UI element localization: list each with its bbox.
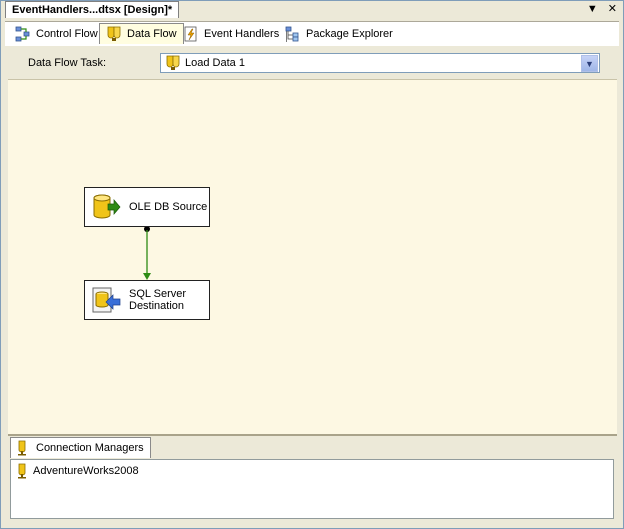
- task-selector-label: Data Flow Task:: [28, 57, 107, 69]
- component-label: OLE DB Source: [129, 201, 208, 213]
- data-flow-icon: [106, 26, 122, 42]
- tab-control-flow[interactable]: Control Flow: [9, 24, 106, 44]
- document-tab[interactable]: EventHandlers...dtsx [Design]*: [5, 1, 180, 18]
- tab-label: Event Handlers: [204, 28, 280, 40]
- task-select-value: Load Data 1: [185, 57, 245, 69]
- tab-label: Package Explorer: [306, 28, 393, 40]
- data-flow-task-select[interactable]: Load Data 1 ▼: [160, 53, 600, 73]
- ole-db-source-component[interactable]: OLE DB Source: [84, 187, 210, 227]
- document-tab-controls: ▼ ✕: [587, 1, 617, 17]
- sql-server-destination-component[interactable]: SQL Server Destination: [84, 280, 210, 320]
- data-path-arrow: [143, 273, 151, 280]
- connection-manager-label: AdventureWorks2008: [33, 465, 139, 477]
- connection-manager-item[interactable]: AdventureWorks2008: [15, 463, 139, 479]
- task-selector-row: Data Flow Task: Load Data 1 ▼: [8, 47, 617, 79]
- tab-data-flow[interactable]: Data Flow: [99, 23, 184, 44]
- sql-server-destination-icon: [91, 285, 121, 315]
- connection-managers-tab[interactable]: Connection Managers: [10, 437, 151, 458]
- connection-managers-list[interactable]: AdventureWorks2008: [10, 459, 614, 519]
- tab-event-handlers[interactable]: Event Handlers: [177, 24, 288, 44]
- tab-label: Connection Managers: [36, 442, 144, 454]
- connection-icon: [15, 463, 31, 479]
- tab-label: Data Flow: [127, 28, 177, 40]
- close-icon[interactable]: ✕: [608, 1, 617, 17]
- control-flow-icon: [15, 26, 31, 42]
- data-flow-canvas[interactable]: OLE DB Source SQL Server Destination: [8, 79, 617, 434]
- tab-list-dropdown-icon[interactable]: ▼: [587, 1, 598, 17]
- document-tab-strip: EventHandlers...dtsx [Design]* ▼ ✕: [1, 1, 623, 18]
- data-path-layer: [143, 226, 151, 280]
- tab-package-explorer[interactable]: Package Explorer: [279, 24, 399, 44]
- component-label: SQL Server Destination: [129, 288, 187, 312]
- connection-managers-tab-bar: Connection Managers: [8, 434, 617, 459]
- designer-window: EventHandlers...dtsx [Design]* ▼ ✕ Contr…: [0, 0, 624, 529]
- data-flow-task-icon: [165, 55, 181, 71]
- connection-icon: [15, 440, 31, 456]
- designer-tab-bar: Control Flow Data Flow Event Handlers Pa…: [5, 21, 619, 46]
- tab-label: Control Flow: [36, 28, 98, 40]
- event-handlers-icon: [183, 26, 199, 42]
- chevron-down-icon[interactable]: ▼: [581, 55, 598, 72]
- ole-db-source-icon: [91, 192, 121, 222]
- package-explorer-icon: [285, 26, 301, 42]
